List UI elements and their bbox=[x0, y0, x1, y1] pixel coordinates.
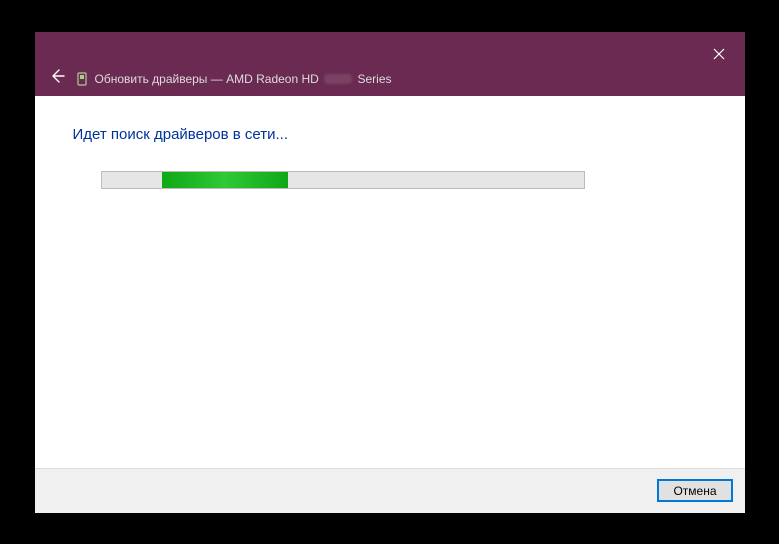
progress-fill bbox=[162, 172, 288, 188]
titlebar: Обновить драйверы — AMD Radeon HD Series bbox=[35, 32, 745, 96]
device-icon bbox=[75, 72, 89, 86]
footer: Отмена bbox=[35, 468, 745, 513]
close-button[interactable] bbox=[705, 40, 733, 68]
window-title: Обновить драйверы — AMD Radeon HD Series bbox=[95, 72, 392, 86]
title-suffix: Series bbox=[358, 72, 392, 86]
back-button[interactable] bbox=[47, 66, 67, 86]
title-prefix: Обновить драйверы — AMD Radeon HD bbox=[95, 72, 319, 86]
back-arrow-icon bbox=[49, 68, 65, 84]
device-chip-icon bbox=[76, 72, 88, 86]
progress-bar bbox=[101, 171, 585, 189]
cancel-button[interactable]: Отмена bbox=[657, 479, 732, 502]
driver-update-dialog: Обновить драйверы — AMD Radeon HD Series… bbox=[35, 32, 745, 513]
title-blur bbox=[324, 74, 352, 84]
close-icon bbox=[713, 48, 725, 60]
status-heading: Идет поиск драйверов в сети... bbox=[73, 126, 707, 143]
content-area: Идет поиск драйверов в сети... bbox=[35, 96, 745, 468]
